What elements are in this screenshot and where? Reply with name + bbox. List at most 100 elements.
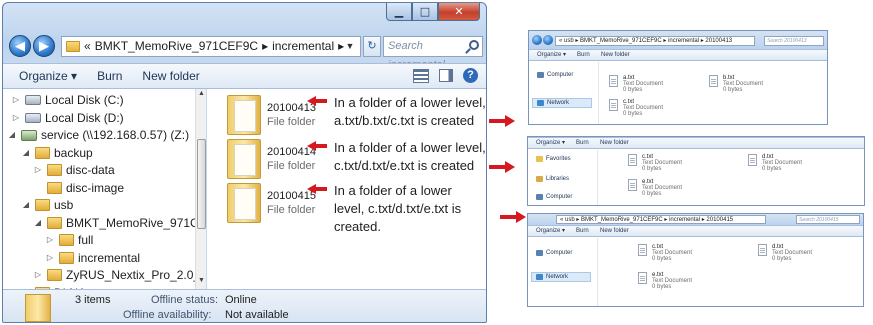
expand-toggle-icon[interactable]: ▷ [33, 266, 43, 284]
search-input[interactable]: Search 20100415 [796, 215, 860, 224]
folder-icon [35, 199, 50, 211]
offline-availability-label: Offline availability: [123, 309, 212, 321]
expand-toggle-icon[interactable]: ▷ [11, 109, 21, 127]
chevron-right-icon[interactable]: ▸ [262, 37, 268, 56]
address-bar[interactable]: « usb ▸ BMKT_MemoRive_971CEF9C ▸ increme… [556, 215, 766, 224]
sidebar-item-computer[interactable]: Computer [536, 194, 572, 200]
sidebar-item-network[interactable]: Network [531, 272, 591, 282]
back-button[interactable]: ◀ [9, 35, 31, 57]
folder-icon [25, 294, 51, 322]
sidebar-item-computer[interactable]: Computer [536, 250, 572, 256]
maximize-button[interactable]: □ [412, 3, 438, 21]
tree-item[interactable]: disc-image [33, 179, 124, 197]
organize-button[interactable]: Organize ▾ [19, 69, 77, 83]
file-size: 0 bytes [642, 166, 662, 172]
close-button[interactable]: ✕ [438, 3, 480, 21]
address-bar[interactable]: « BMKT_MemoRive_971CEF9C ▸ incremental ▸ [61, 36, 361, 57]
tree-item[interactable]: ▷ full [45, 231, 93, 249]
breadcrumb-back[interactable]: « [84, 37, 91, 56]
sidebar-item-favorites[interactable]: Favorites [536, 156, 571, 162]
expand-toggle-icon[interactable]: ▷ [45, 231, 55, 249]
file-size: 0 bytes [642, 191, 662, 197]
new-folder-button[interactable]: New folder [600, 138, 629, 149]
burn-button[interactable]: Burn [97, 69, 122, 83]
tree-item-label: full [78, 233, 94, 247]
expand-toggle-icon[interactable]: ◢ [7, 126, 17, 144]
refresh-button[interactable]: ↻ [363, 36, 381, 57]
nav-scrollbar[interactable]: ▲ ▼ [195, 89, 206, 289]
search-icon[interactable] [469, 40, 479, 50]
text-file-icon [638, 244, 647, 256]
folder-icon [227, 95, 261, 135]
search-input[interactable]: Search incremental [383, 36, 483, 71]
drive-icon [25, 112, 41, 123]
computer-icon [537, 72, 544, 78]
tree-item[interactable]: ◢ usb [21, 196, 73, 214]
preview-pane-icon[interactable] [439, 69, 453, 82]
burn-button[interactable]: Burn [577, 50, 590, 61]
organize-button[interactable]: Organize ▾ [536, 226, 565, 237]
sidebar-item-computer[interactable]: Computer [537, 72, 573, 78]
scroll-thumb[interactable] [197, 139, 206, 229]
scroll-down-icon[interactable]: ▼ [197, 277, 206, 284]
tree-item-label: usb [54, 198, 74, 212]
text-file-icon [758, 244, 767, 256]
tree-item[interactable]: ▷ disc-data [33, 161, 115, 179]
expand-toggle-icon[interactable]: ▷ [45, 249, 55, 267]
help-icon[interactable]: ? [463, 68, 478, 83]
breadcrumb-item[interactable]: incremental [272, 37, 334, 56]
search-input[interactable]: Search 20100413 [764, 36, 824, 46]
item-count: 3 items [75, 294, 111, 306]
tree-item[interactable]: ▷ Local Disk (C:) [11, 91, 124, 109]
tree-item[interactable]: ▷ Local Disk (D:) [11, 109, 124, 127]
annotation-line: c.txt/d.txt/e.txt is created [334, 158, 475, 173]
tree-item[interactable]: ◢ backup [21, 144, 93, 162]
expand-toggle-icon[interactable]: ▷ [11, 91, 21, 109]
expand-toggle-icon[interactable]: ◢ [33, 214, 43, 232]
mini-titlebar: « usb ▸ BMKT_MemoRive_971CEF9C ▸ increme… [529, 31, 827, 49]
address-bar[interactable]: « usb ▸ BMKT_MemoRive_971CEF9C ▸ increme… [555, 36, 755, 46]
tree-item-label: BMKT_MemoRive_971CEF9C [66, 215, 205, 230]
red-arrow-left-2 [307, 141, 327, 151]
organize-button[interactable]: Organize ▾ [537, 50, 566, 61]
mini-explorer-20100415: « usb ▸ BMKT_MemoRive_971CEF9C ▸ increme… [527, 213, 864, 307]
change-view-icon[interactable] [413, 68, 429, 83]
annotation-1: In a folder of a lower level, a.txt/b.tx… [334, 94, 486, 130]
tree-item[interactable]: ▷ ZyRUS_Nextix_Pro_2.0_P_68B [33, 266, 205, 284]
file-size: 0 bytes [723, 87, 743, 93]
organize-button[interactable]: Organize ▾ [536, 138, 565, 149]
address-dropdown-icon[interactable]: ▼ [340, 37, 360, 56]
mini-titlebar: « usb ▸ BMKT_MemoRive_971CEF9C ▸ increme… [528, 214, 863, 225]
back-button[interactable] [532, 35, 542, 45]
forward-button[interactable]: ▶ [33, 35, 55, 57]
sidebar-item-network[interactable]: Network [532, 98, 592, 108]
new-folder-button[interactable]: New folder [600, 226, 629, 237]
burn-button[interactable]: Burn [576, 226, 589, 237]
toolbar-right-group: ? [413, 68, 478, 83]
expand-toggle-icon[interactable]: ◢ [21, 144, 31, 162]
tree-item[interactable]: ▷ incremental [45, 249, 140, 267]
folder-icon [227, 139, 261, 179]
breadcrumb-item[interactable]: BMKT_MemoRive_971CEF9C [95, 37, 258, 56]
tree-item-label: incremental [78, 250, 141, 265]
expand-toggle-icon[interactable]: ◢ [21, 196, 31, 214]
sidebar-item-libraries[interactable]: Libraries [536, 176, 569, 182]
library-icon [536, 176, 543, 182]
new-folder-button[interactable]: New folder [601, 50, 630, 61]
new-folder-button[interactable]: New folder [142, 69, 199, 83]
tree-item[interactable]: ◢ service (\\192.168.0.57) (Z:) [7, 126, 189, 144]
minimize-button[interactable]: ▁ [386, 3, 412, 21]
window-controls: ▁ □ ✕ [386, 3, 480, 21]
mini-explorer-20100413: « usb ▸ BMKT_MemoRive_971CEF9C ▸ increme… [528, 30, 828, 125]
burn-button[interactable]: Burn [576, 138, 589, 149]
computer-icon [536, 194, 543, 200]
forward-button[interactable] [543, 35, 553, 45]
expand-toggle-icon[interactable]: ▷ [33, 161, 43, 179]
scroll-up-icon[interactable]: ▲ [197, 90, 206, 97]
folder-icon [227, 183, 261, 223]
sidebar-label: Computer [546, 250, 573, 256]
mini-nav-pane: Favorites Libraries Computer [528, 150, 598, 205]
tree-item[interactable]: ◢ BMKT_MemoRive_971CEF9C [33, 214, 205, 232]
file-size: 0 bytes [772, 256, 792, 262]
offline-status-value: Online [225, 294, 257, 306]
